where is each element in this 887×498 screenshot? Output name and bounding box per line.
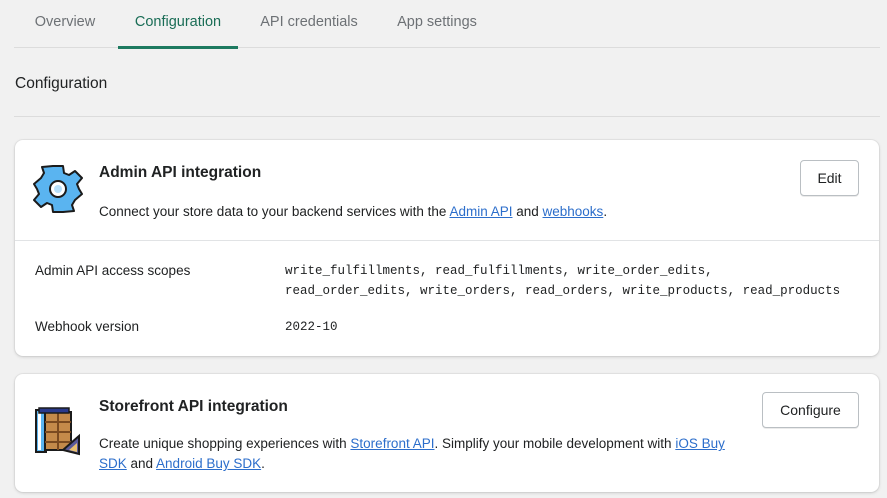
scopes-line-1: write_fulfillments, read_fulfillments, w… [285,264,713,278]
admin-desc-suffix: . [603,204,608,219]
storefront-api-title: Storefront API integration [99,398,288,415]
webhook-version-label: Webhook version [35,319,140,334]
scopes-line-2: read_order_edits, write_orders, read_ord… [285,284,841,298]
tab-api-credentials[interactable]: API credentials [246,0,372,48]
storefront-desc-suffix: . [261,456,265,471]
admin-api-card-header: Admin API integration Connect your store… [15,140,879,240]
edit-button[interactable]: Edit [800,160,859,196]
configure-button[interactable]: Configure [762,392,859,428]
storefront-desc-prefix: Create unique shopping experiences with [99,436,351,451]
page-title: Configuration [15,75,108,92]
storefront-desc-mid: . Simplify your mobile development with [434,436,676,451]
gear-icon [33,165,83,213]
webhook-version-value: 2022-10 [285,320,338,334]
tab-app-settings[interactable]: App settings [384,0,490,48]
storefront-icon [35,407,80,456]
admin-api-title: Admin API integration [99,164,262,181]
android-buy-sdk-link[interactable]: Android Buy SDK [156,456,261,471]
tab-overview[interactable]: Overview [14,0,116,48]
admin-desc-prefix: Connect your store data to your backend … [99,204,450,219]
scopes-value: write_fulfillments, read_fulfillments, w… [285,261,840,301]
admin-api-link[interactable]: Admin API [449,204,512,219]
storefront-api-link[interactable]: Storefront API [350,436,434,451]
tab-bar: Overview Configuration API credentials A… [14,0,880,49]
scopes-label: Admin API access scopes [35,263,191,278]
storefront-desc-mid2: and [126,456,157,471]
admin-api-description: Connect your store data to your backend … [99,202,607,222]
storefront-api-description: Create unique shopping experiences with … [99,434,739,474]
admin-api-card: Admin API integration Connect your store… [15,140,879,356]
admin-desc-mid: and [512,204,543,219]
section-divider [14,116,880,117]
tab-configuration[interactable]: Configuration [118,0,238,49]
storefront-api-card: Storefront API integration Create unique… [15,374,879,492]
webhooks-link[interactable]: webhooks [543,204,604,219]
card-divider [15,240,879,241]
